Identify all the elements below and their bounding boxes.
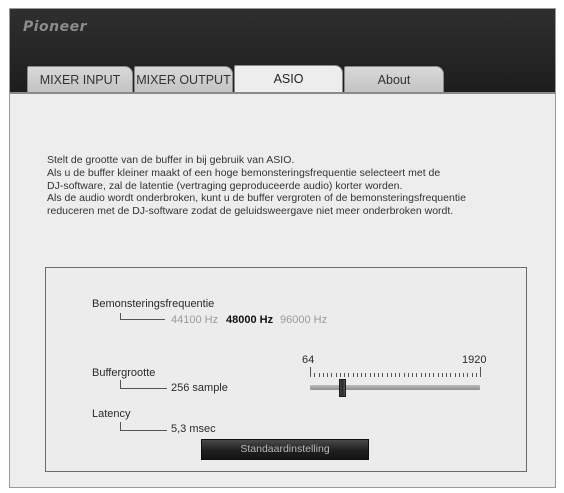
description-line: reduceren met de DJ-software zodat de ge… bbox=[47, 205, 454, 218]
tab-mixer-input[interactable]: MIXER INPUT bbox=[27, 66, 133, 93]
slider-tick bbox=[480, 367, 481, 377]
buffer-slider-scale bbox=[310, 367, 481, 377]
slider-tick bbox=[382, 373, 384, 377]
description-line: Als u de buffer kleiner maakt of een hog… bbox=[47, 166, 441, 179]
description-line: Stelt de grootte van de buffer in bij ge… bbox=[47, 154, 295, 166]
asio-settings-panel: Bemonsteringsfrequentie 44100 Hz 48000 H… bbox=[45, 267, 527, 472]
buffer-slider-thumb[interactable] bbox=[338, 379, 346, 397]
slider-tick bbox=[314, 373, 316, 377]
slider-tick bbox=[446, 373, 447, 377]
sample-rate-label: Bemonsteringsfrequentie bbox=[92, 298, 215, 310]
tab-about[interactable]: About bbox=[344, 66, 444, 93]
asio-description: Stelt de grootte van de buffer in bij ge… bbox=[47, 154, 517, 218]
slider-tick bbox=[471, 373, 473, 377]
sample-rate-44100[interactable]: 44100 Hz bbox=[171, 314, 218, 326]
buffer-size-connector bbox=[120, 380, 167, 389]
tab-asio[interactable]: ASIO bbox=[234, 65, 343, 93]
slider-tick bbox=[356, 373, 358, 377]
slider-tick bbox=[467, 373, 469, 377]
slider-tick bbox=[339, 373, 341, 377]
driver-settings-window: Pioneer MIXER INPUT MIXER OUTPUT ASIO Ab… bbox=[9, 8, 556, 488]
slider-tick bbox=[344, 373, 345, 377]
slider-tick bbox=[352, 373, 354, 377]
slider-tick bbox=[378, 373, 379, 377]
header-bar: Pioneer MIXER INPUT MIXER OUTPUT ASIO Ab… bbox=[10, 9, 555, 93]
buffer-max-label: 1920 bbox=[462, 354, 487, 366]
slider-tick bbox=[373, 373, 375, 377]
slider-tick bbox=[369, 373, 371, 377]
slider-tick bbox=[310, 367, 311, 377]
description-line: DJ-software, zal de latentie (vertraging… bbox=[47, 179, 403, 192]
slider-tick bbox=[386, 373, 388, 377]
sample-rate-96000[interactable]: 96000 Hz bbox=[280, 314, 327, 326]
slider-tick bbox=[463, 373, 464, 377]
slider-tick bbox=[441, 373, 443, 377]
sample-rate-48000[interactable]: 48000 Hz bbox=[226, 314, 273, 326]
slider-tick bbox=[433, 373, 435, 377]
slider-tick bbox=[365, 373, 367, 377]
slider-tick bbox=[454, 373, 456, 377]
slider-tick bbox=[335, 373, 337, 377]
slider-tick bbox=[475, 373, 477, 377]
tab-divider bbox=[10, 92, 555, 94]
buffer-min-label: 64 bbox=[302, 354, 315, 366]
slider-tick bbox=[429, 373, 430, 377]
slider-tick bbox=[327, 373, 328, 377]
latency-connector bbox=[120, 422, 167, 431]
slider-tick bbox=[437, 373, 439, 377]
slider-tick bbox=[420, 373, 422, 377]
slider-tick bbox=[331, 373, 333, 377]
slider-tick bbox=[458, 373, 460, 377]
buffer-size-label: Buffergrootte bbox=[92, 367, 156, 379]
latency-label: Latency bbox=[92, 408, 131, 420]
slider-tick bbox=[318, 373, 320, 377]
buffer-size-value: 256 sample bbox=[171, 382, 228, 394]
slider-tick bbox=[390, 373, 392, 377]
slider-tick bbox=[399, 373, 401, 377]
slider-tick bbox=[407, 373, 409, 377]
slider-tick bbox=[450, 373, 452, 377]
slider-tick bbox=[348, 373, 350, 377]
pioneer-logo: Pioneer bbox=[23, 19, 88, 35]
slider-tick bbox=[403, 373, 405, 377]
sample-rate-connector bbox=[120, 313, 165, 320]
slider-tick bbox=[322, 373, 324, 377]
slider-tick bbox=[412, 373, 413, 377]
slider-tick bbox=[361, 373, 362, 377]
buffer-slider-track[interactable] bbox=[310, 385, 480, 390]
tab-mixer-output[interactable]: MIXER OUTPUT bbox=[134, 66, 233, 93]
slider-tick bbox=[395, 373, 396, 377]
slider-tick bbox=[416, 373, 418, 377]
slider-tick bbox=[424, 373, 426, 377]
latency-value: 5,3 msec bbox=[171, 423, 216, 435]
description-line: Als de audio wordt onderbroken, kunt u d… bbox=[47, 192, 466, 205]
default-settings-button[interactable]: Standaardinstelling bbox=[201, 439, 369, 460]
